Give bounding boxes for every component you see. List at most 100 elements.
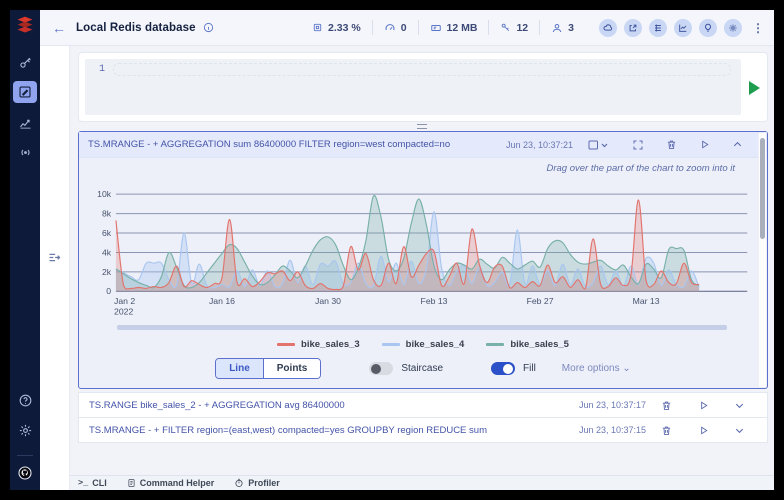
panel-scrollbar-track: [758, 133, 766, 387]
legend-item[interactable]: bike_sales_5: [486, 339, 569, 350]
chart-panel-header[interactable]: TS.MRANGE - + AGGREGATION sum 86400000 F…: [79, 132, 767, 158]
svg-text:4k: 4k: [102, 247, 112, 257]
expand-chevron-down-icon[interactable]: [734, 400, 745, 411]
view-switcher-icon[interactable]: [588, 139, 610, 151]
svg-text:Jan 30: Jan 30: [315, 296, 341, 306]
metric-ops-value: 0: [400, 21, 407, 34]
rerun-play-icon[interactable]: [698, 400, 709, 411]
nav-sidebar: [10, 10, 40, 490]
workbench-icon: [18, 85, 32, 99]
sidebar-item-help[interactable]: [13, 389, 37, 411]
panel-scrollbar-thumb[interactable]: [759, 138, 765, 239]
mode-segmented-control: Line Points: [215, 358, 322, 379]
metric-cpu: 2.33 %: [301, 22, 372, 34]
query-result-row[interactable]: TS.MRANGE - + FILTER region=(east,west) …: [78, 417, 768, 443]
rerun-play-icon[interactable]: [698, 425, 709, 436]
legend-swatch: [381, 343, 400, 346]
query-timestamp: Jun 23, 10:37:15: [579, 425, 647, 435]
svg-text:Feb 27: Feb 27: [527, 296, 554, 306]
run-query-button[interactable]: [749, 81, 760, 95]
staircase-toggle[interactable]: [369, 362, 394, 375]
sidebar-item-workbench[interactable]: [13, 81, 37, 103]
sidebar-item-pubsub[interactable]: [13, 141, 37, 163]
gauge-icon: [384, 22, 396, 34]
line-mode-button[interactable]: Line: [216, 359, 263, 378]
chart-pan-scrollbar[interactable]: [117, 325, 727, 330]
metric-cpu-value: 2.33 %: [327, 21, 361, 34]
github-icon: [17, 465, 33, 481]
collapsed-panel-rail: [40, 46, 70, 490]
row-icons: [661, 400, 745, 411]
app-window: ← Local Redis database 2.33 % 0 12 MB 12…: [10, 10, 774, 490]
legend-label: bike_sales_5: [510, 339, 569, 350]
redis-logo-icon: [15, 15, 35, 35]
query-command-text: TS.MRANGE - + FILTER region=(east,west) …: [89, 424, 487, 436]
key-icon: [18, 55, 33, 70]
profiler-icon: [234, 478, 244, 488]
chart-legend: bike_sales_3 bike_sales_4 bike_sales_5: [79, 339, 767, 350]
sidebar-item-settings[interactable]: [13, 419, 37, 441]
query-command-text: TS.MRANGE - + AGGREGATION sum 86400000 F…: [88, 139, 451, 150]
svg-text:Jan 16: Jan 16: [209, 296, 235, 306]
cloud-button[interactable]: [599, 18, 617, 37]
staircase-label: Staircase: [401, 363, 444, 374]
toggle-knob: [371, 363, 382, 374]
terminal-icon: >_: [78, 478, 89, 488]
editor-placeholder-line: [113, 63, 731, 76]
svg-text:6k: 6k: [102, 228, 112, 238]
sidebar-divider: [17, 455, 33, 456]
export-button[interactable]: [624, 18, 642, 37]
command-list-button[interactable]: [649, 18, 667, 37]
command-helper-label: Command Helper: [139, 478, 215, 488]
header-actions: [599, 18, 742, 37]
bulb-button[interactable]: [699, 18, 717, 37]
editor-results-splitter[interactable]: [70, 122, 774, 131]
collapse-chevron-up-icon[interactable]: [732, 139, 743, 150]
back-arrow-icon[interactable]: ←: [52, 21, 66, 35]
svg-text:10k: 10k: [97, 189, 112, 199]
user-icon: [551, 22, 563, 34]
expand-panel-icon[interactable]: [47, 250, 62, 265]
svg-text:8k: 8k: [102, 208, 112, 218]
analyze-chart-button[interactable]: [674, 18, 692, 37]
svg-text:Jan 2: Jan 2: [114, 296, 135, 306]
query-command-text: TS.RANGE bike_sales_2 - + AGGREGATION av…: [89, 399, 345, 411]
metric-keys-value: 12: [516, 21, 529, 34]
legend-item[interactable]: bike_sales_4: [381, 339, 464, 350]
sidebar-item-analytics[interactable]: [13, 111, 37, 133]
profiler-button[interactable]: Profiler: [234, 478, 280, 488]
legend-item[interactable]: bike_sales_3: [277, 339, 360, 350]
fullscreen-icon[interactable]: [632, 139, 644, 151]
overflow-menu-icon[interactable]: ⋮: [752, 21, 764, 35]
query-result-row[interactable]: TS.RANGE bike_sales_2 - + AGGREGATION av…: [78, 392, 768, 418]
db-metrics: 2.33 % 0 12 MB 12 3: [301, 20, 585, 35]
pubsub-icon: [18, 145, 33, 160]
settings-button[interactable]: [724, 18, 742, 37]
expand-chevron-down-icon[interactable]: [734, 425, 745, 436]
cli-label: CLI: [92, 478, 107, 488]
sidebar-item-github[interactable]: [13, 462, 37, 484]
cli-button[interactable]: >_ CLI: [78, 478, 107, 488]
command-helper-button[interactable]: Command Helper: [127, 478, 215, 488]
chart-controls: Line Points Staircase Fill More options …: [79, 358, 767, 379]
rerun-play-icon[interactable]: [699, 139, 710, 150]
trash-icon[interactable]: [661, 425, 672, 436]
points-mode-button[interactable]: Points: [262, 359, 321, 378]
trash-icon[interactable]: [661, 400, 672, 411]
info-icon[interactable]: [203, 22, 214, 33]
svg-text:2022: 2022: [114, 306, 133, 316]
main-column: ← Local Redis database 2.33 % 0 12 MB 12…: [40, 10, 774, 490]
splitter-grip-icon: [417, 124, 427, 129]
database-title: Local Redis database: [76, 21, 196, 34]
keys-icon: [500, 22, 511, 33]
query-editor[interactable]: 1: [85, 59, 741, 115]
sidebar-item-browser[interactable]: [13, 51, 37, 73]
more-options-link[interactable]: More options ⌄: [562, 363, 631, 374]
fill-toggle[interactable]: [491, 362, 516, 375]
legend-swatch: [277, 343, 296, 346]
trash-icon[interactable]: [666, 139, 677, 150]
workbench-main: 1 TS.MRANGE - + AGGREGATION sum 86400000…: [70, 46, 774, 490]
chart-wrap: 0 2k 4k 6k 8k 10k Jan 2 2022 Jan 16 Jan 30 Feb 13 F…: [79, 174, 767, 324]
timeseries-chart[interactable]: 0 2k 4k 6k 8k 10k Jan 22022 Jan 16 Jan 30 Feb 13 F…: [89, 174, 753, 324]
svg-text:Feb 13: Feb 13: [421, 296, 448, 306]
